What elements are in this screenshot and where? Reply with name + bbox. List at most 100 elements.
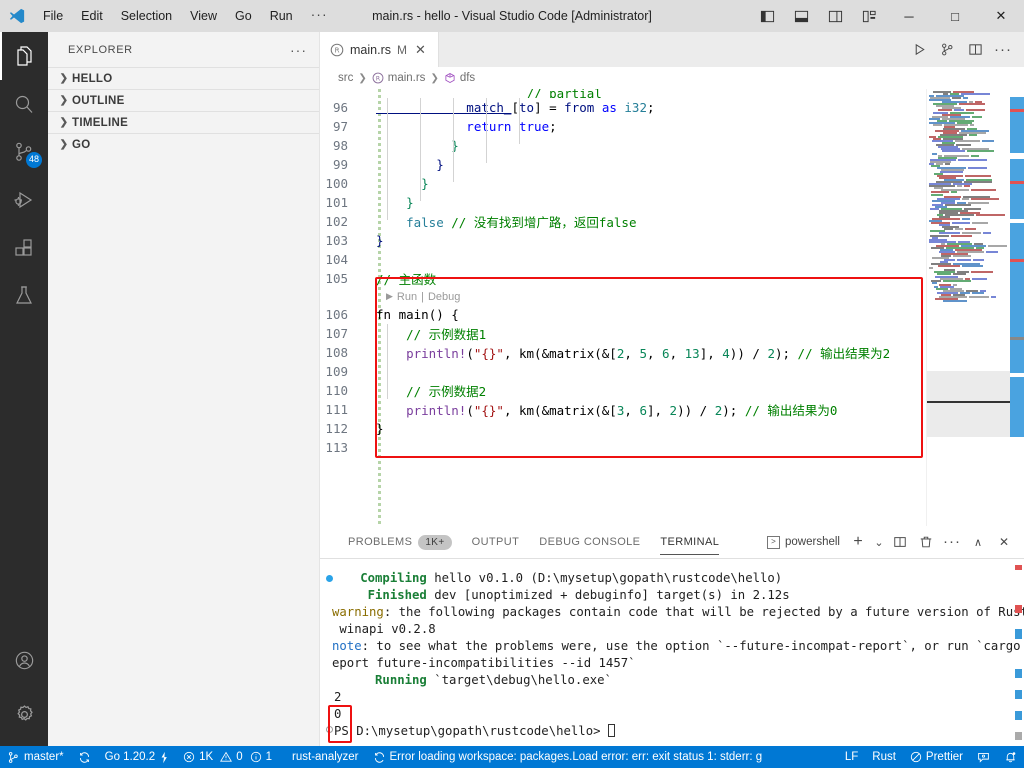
code-row[interactable]: 107 // 示例数据1 (320, 324, 1024, 343)
code-row[interactable]: 99 } (320, 155, 1024, 174)
activity-item-source-control[interactable]: 48 (0, 128, 48, 176)
customize-layout-icon[interactable] (852, 0, 886, 32)
breadcrumb-item-main-rs[interactable]: R main.rs (372, 72, 425, 84)
breadcrumb-item-dfs[interactable]: dfs (444, 72, 475, 84)
code-row[interactable]: 102 false // 没有找到增广路，返回false (320, 212, 1024, 231)
chevron-right-icon: ❯ (59, 73, 69, 84)
code-row[interactable]: 100 } (320, 174, 1024, 193)
status-notifications[interactable] (997, 746, 1024, 768)
overview-ruler[interactable] (1010, 89, 1024, 541)
code-row[interactable]: 110 // 示例数据2 (320, 381, 1024, 400)
code-editor[interactable]: // partial 96 match_[to] = from as i32; … (320, 89, 1024, 541)
code-row[interactable]: 96 match_[to] = from as i32; (320, 98, 1024, 117)
close-panel-button[interactable]: ✕ (992, 526, 1016, 558)
status-problems[interactable]: 1K 0 1 (176, 746, 279, 768)
status-prettier[interactable]: Prettier (903, 746, 970, 768)
activity-item-explorer[interactable] (0, 32, 48, 80)
title-bar-right: ─ □ ✕ (750, 0, 1024, 32)
codelens-debug-link[interactable]: Debug (428, 291, 460, 303)
code-row[interactable]: 111 println!("{}", km(&matrix(&[3, 6], 2… (320, 400, 1024, 419)
panel-tab-debug-console[interactable]: DEBUG CONSOLE (529, 526, 650, 558)
minimap-slider[interactable] (927, 371, 1010, 437)
sidebar-more-icon[interactable]: ··· (290, 42, 307, 58)
code-row[interactable]: 112 } (320, 419, 1024, 438)
minimap-line (932, 152, 937, 155)
code-row[interactable]: 101 } (320, 193, 1024, 212)
status-go-version[interactable]: Go 1.20.2 (98, 746, 177, 768)
menu-bar[interactable]: File Edit Selection View Go Run ··· (34, 0, 337, 32)
status-eol[interactable]: LF (838, 746, 865, 768)
ruler-mark-info (1010, 97, 1024, 153)
run-code-button[interactable] (906, 32, 932, 67)
toggle-secondary-sidebar-icon[interactable] (818, 0, 852, 32)
split-editor-button[interactable] (962, 32, 988, 67)
menu-run[interactable]: Run (261, 0, 302, 32)
code-lens[interactable]: ▶ Run | Debug (320, 288, 1024, 305)
codelens-run-link[interactable]: Run (397, 291, 417, 303)
code-row[interactable]: 113 (320, 438, 1024, 457)
code-row[interactable]: 109 (320, 362, 1024, 381)
maximize-button[interactable]: □ (932, 0, 978, 32)
terminal-output[interactable]: Compiling hello v0.1.0 (D:\mysetup\gopat… (320, 559, 1024, 747)
code-row[interactable]: 106 fn main() { (320, 305, 1024, 324)
menu-overflow-icon[interactable]: ··· (302, 0, 337, 32)
minimap[interactable] (926, 89, 1010, 541)
warning-icon (220, 751, 233, 762)
svg-text:R: R (335, 46, 340, 54)
terminal-panel[interactable]: Compiling hello v0.1.0 (D:\mysetup\gopat… (320, 558, 1024, 768)
breadcrumb-item-src[interactable]: src (338, 72, 353, 84)
code-row[interactable]: 105 // 主函数 (320, 269, 1024, 288)
activity-item-testing[interactable] (0, 272, 48, 320)
code-row[interactable]: 98 } (320, 136, 1024, 155)
toggle-panel-icon[interactable] (784, 0, 818, 32)
more-actions-button[interactable]: ··· (990, 32, 1016, 67)
menu-file[interactable]: File (34, 0, 72, 32)
panel-tab-output[interactable]: OUTPUT (462, 526, 530, 558)
status-rust-analyzer[interactable]: rust-analyzer (279, 746, 365, 768)
activity-item-accounts[interactable] (0, 636, 48, 684)
close-button[interactable]: ✕ (978, 0, 1024, 32)
status-workspace-error[interactable]: Error loading workspace: packages.Load e… (366, 746, 770, 768)
panel-tab-problems[interactable]: PROBLEMS 1K+ (338, 526, 462, 558)
status-feedback[interactable] (970, 746, 997, 768)
status-sync[interactable] (71, 746, 98, 768)
menu-view[interactable]: View (181, 0, 226, 32)
panel-tab-terminal[interactable]: TERMINAL (650, 526, 729, 558)
toggle-primary-sidebar-icon[interactable] (750, 0, 784, 32)
sidebar-section-go[interactable]: ❯ GO (48, 133, 319, 155)
menu-edit[interactable]: Edit (72, 0, 112, 32)
sidebar-section-hello[interactable]: ❯ HELLO (48, 67, 319, 89)
code-row[interactable]: 108 println!("{}", km(&matrix(&[2, 5, 6,… (320, 343, 1024, 362)
editor-tab-close-icon[interactable]: ✕ (413, 42, 428, 58)
code-row[interactable]: 104 (320, 250, 1024, 269)
maximize-panel-button[interactable]: ∧ (966, 526, 990, 558)
run-and-debug-button[interactable] (934, 32, 960, 67)
minimize-button[interactable]: ─ (886, 0, 932, 32)
sidebar-section-timeline[interactable]: ❯ TIMELINE (48, 111, 319, 133)
status-language-mode[interactable]: Rust (865, 746, 903, 768)
activity-item-run-and-debug[interactable] (0, 176, 48, 224)
minimap-line (965, 228, 976, 231)
kill-terminal-button[interactable] (914, 526, 938, 558)
menu-go[interactable]: Go (226, 0, 261, 32)
editor-tab-main-rs[interactable]: R main.rs M ✕ (320, 32, 439, 67)
code-row[interactable]: 97 return true; (320, 117, 1024, 136)
terminal-selector[interactable]: > powershell (767, 535, 844, 549)
terminal-line: Compiling hello v0.1.0 (D:\mysetup\gopat… (320, 571, 1024, 588)
activity-item-extensions[interactable] (0, 224, 48, 272)
activity-item-manage[interactable] (0, 690, 48, 738)
panel-more-button[interactable]: ··· (940, 526, 964, 558)
activity-item-search[interactable] (0, 80, 48, 128)
terminal-seg: 2 (334, 690, 342, 704)
menu-selection[interactable]: Selection (112, 0, 181, 32)
status-branch[interactable]: master* (0, 746, 71, 768)
new-terminal-button[interactable]: + (846, 526, 870, 558)
editor-tab-dirty-marker: M (396, 42, 407, 57)
sidebar-section-outline[interactable]: ❯ OUTLINE (48, 89, 319, 111)
terminal-dropdown-button[interactable]: ⌄ (872, 526, 886, 558)
terminal-prompt-line[interactable]: PS D:\mysetup\gopath\rustcode\hello> (320, 724, 1024, 741)
codelens-play-icon[interactable]: ▶ (386, 291, 393, 302)
split-terminal-button[interactable] (888, 526, 912, 558)
code-row[interactable]: 103 } (320, 231, 1024, 250)
minimap-line (943, 279, 971, 282)
